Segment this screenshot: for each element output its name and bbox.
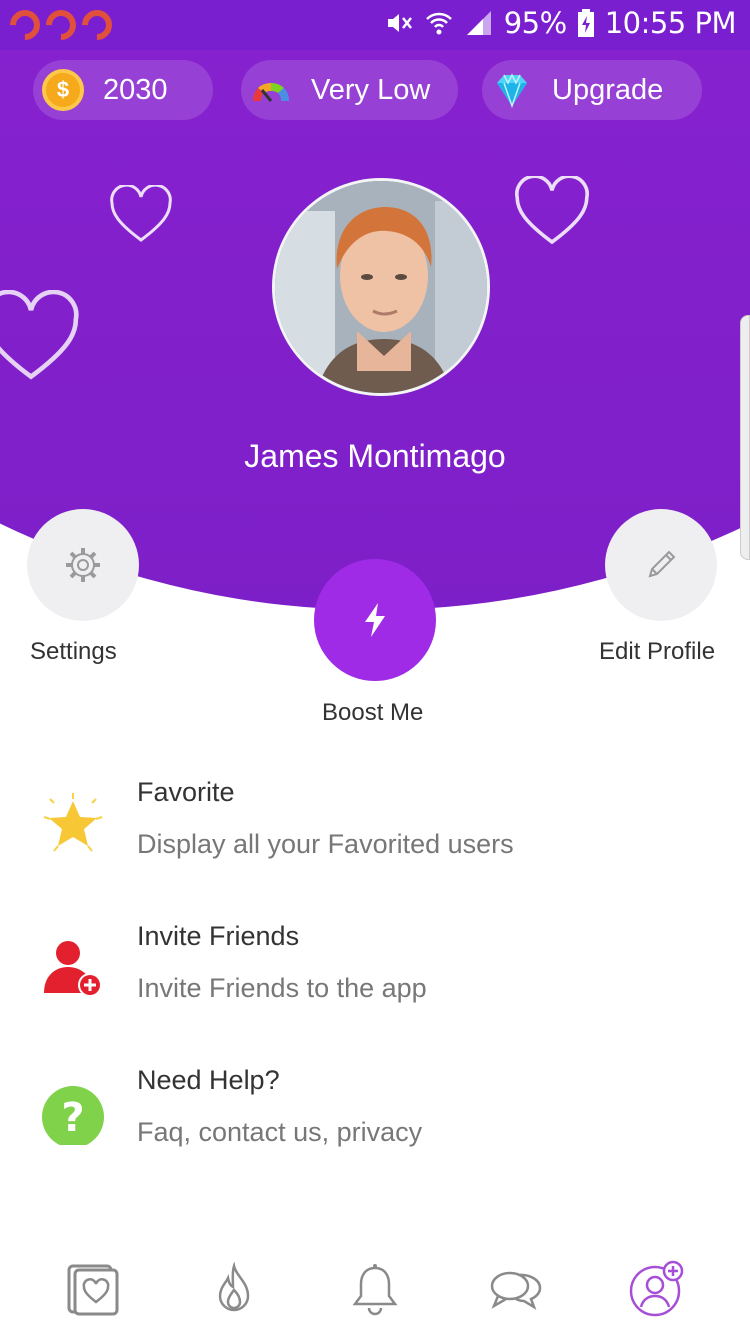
notification-icons (3, 3, 119, 47)
bottom-navigation (0, 1245, 750, 1333)
flame-icon (218, 1262, 250, 1312)
coins-pill[interactable]: $ 2030 (33, 60, 213, 120)
battery-charging-icon (577, 9, 594, 37)
help-icon: ? (40, 1079, 106, 1145)
gauge-icon (249, 68, 293, 112)
popularity-pill[interactable]: Very Low (241, 60, 458, 120)
upgrade-label: Upgrade (552, 73, 664, 106)
nav-profile[interactable] (622, 1254, 692, 1324)
profile-icon (630, 1260, 684, 1317)
signal-icon (466, 11, 491, 35)
profile-avatar[interactable] (272, 178, 490, 396)
add-user-icon (40, 935, 106, 1001)
upgrade-pill[interactable]: Upgrade (482, 60, 702, 120)
menu-subtitle: Display all your Favorited users (137, 829, 514, 859)
menu-item-invite-friends[interactable]: Invite Friends Invite Friends to the app (0, 921, 750, 1031)
star-icon (40, 791, 106, 857)
notification-icon (39, 3, 83, 47)
menu-title: Favorite (137, 777, 235, 807)
clock: 10:55 PM (604, 6, 737, 40)
menu-item-favorite[interactable]: Favorite Display all your Favorited user… (0, 777, 750, 887)
boost-button[interactable] (314, 559, 436, 681)
nav-notifications[interactable] (340, 1254, 410, 1324)
bell-icon (352, 1264, 398, 1316)
cards-icon (67, 1264, 119, 1316)
settings-label: Settings (30, 638, 117, 665)
status-indicators: 95% 10:55 PM (384, 6, 737, 40)
menu-subtitle: Faq, contact us, privacy (137, 1117, 423, 1147)
chat-icon (490, 1271, 542, 1310)
mute-icon (387, 14, 412, 32)
edit-profile-button[interactable] (605, 509, 717, 621)
coin-icon: $ (41, 68, 85, 112)
menu-title: Need Help? (137, 1065, 280, 1095)
heart-icon (515, 176, 589, 245)
menu-title: Invite Friends (137, 921, 300, 951)
battery-percent: 95% (503, 6, 567, 40)
profile-name: James Montimago (244, 438, 506, 474)
boost-label: Boost Me (322, 699, 424, 726)
notification-icon (3, 3, 47, 47)
diamond-icon (490, 68, 534, 112)
lightning-icon (365, 603, 385, 637)
wifi-icon (425, 12, 452, 35)
settings-button[interactable] (27, 509, 139, 621)
notification-icon (75, 3, 119, 47)
coins-value: 2030 (103, 73, 168, 106)
edit-profile-label: Edit Profile (599, 638, 716, 665)
popularity-label: Very Low (311, 73, 431, 106)
menu-subtitle: Invite Friends to the app (137, 973, 427, 1003)
heart-icon (0, 290, 79, 380)
pencil-icon (648, 550, 676, 578)
nav-messages[interactable] (481, 1254, 551, 1324)
menu-item-need-help[interactable]: ? Need Help? Faq, contact us, privacy (0, 1065, 750, 1175)
status-bar: 95% 10:55 PM (0, 0, 750, 50)
svg-text:?: ? (61, 1095, 84, 1141)
heart-icon (110, 185, 172, 242)
nav-cards[interactable] (58, 1254, 128, 1324)
nav-hot[interactable] (199, 1254, 269, 1324)
scroll-handle[interactable] (740, 315, 750, 560)
gear-icon (66, 548, 100, 582)
